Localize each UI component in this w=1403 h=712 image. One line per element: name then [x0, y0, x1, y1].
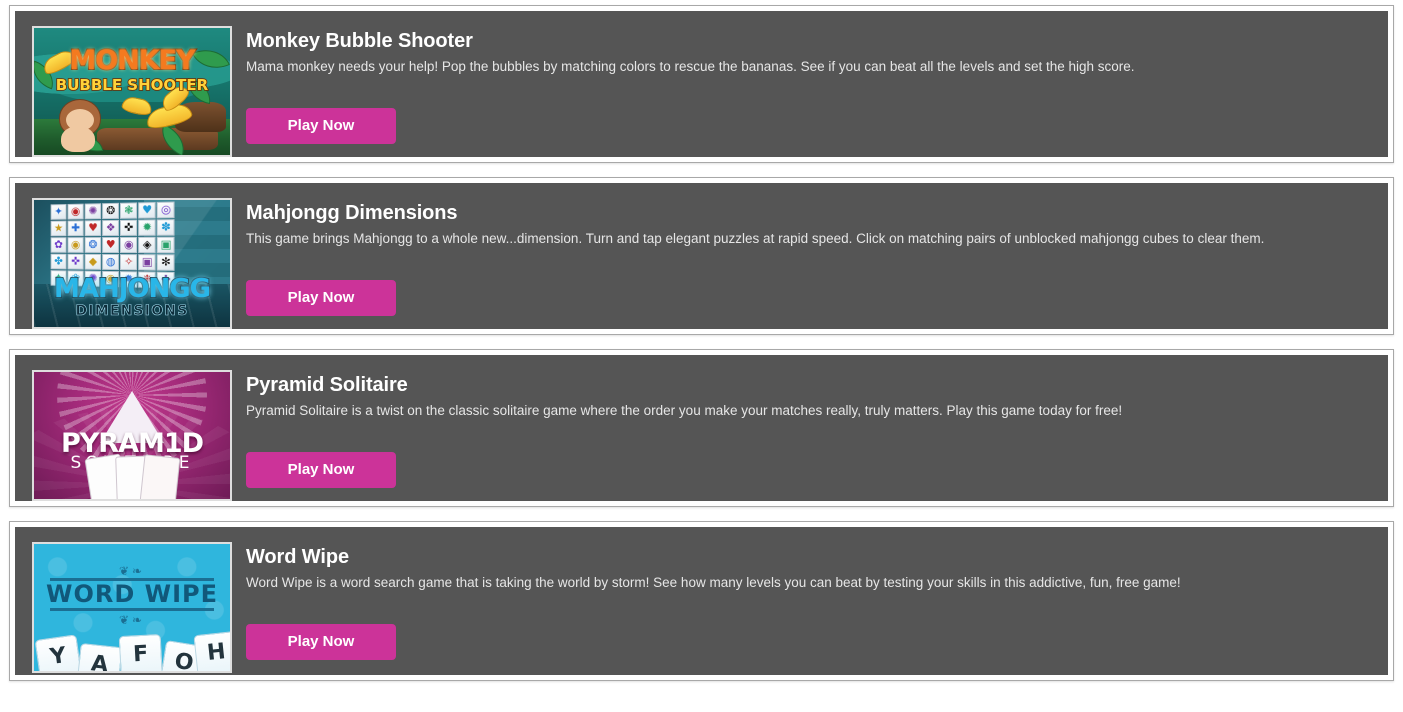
game-description: This game brings Mahjongg to a whole new…	[246, 231, 1265, 246]
game-list-page: MONKEY BUBBLE SHOOTER Monkey Bubble Shoo…	[0, 0, 1403, 712]
mahjongg-tile: ✜	[67, 253, 84, 270]
game-card-inner: ❦❧ WORD WIPE ❦❧ YAFOH Word Wipe Word Wip…	[15, 527, 1388, 675]
game-card-word-wipe[interactable]: ❦❧ WORD WIPE ❦❧ YAFOH Word Wipe Word Wip…	[9, 521, 1394, 681]
mahjongg-tile: ❃	[119, 201, 138, 219]
mahjongg-tile: ◆	[84, 253, 102, 270]
mahjongg-tile: ✹	[138, 218, 156, 236]
thumbnail-title-line1: MONKEY	[68, 44, 196, 77]
monkey-bubble-shooter-thumbnail[interactable]: MONKEY BUBBLE SHOOTER	[32, 26, 232, 157]
mahjongg-tile: ✽	[156, 218, 175, 236]
game-title: Mahjongg Dimensions	[246, 202, 458, 224]
word-wipe-letter-tile: Y	[34, 634, 84, 671]
thumbnail-artwork: PYRAM1D SOLITAIRE	[34, 372, 230, 499]
game-title: Pyramid Solitaire	[246, 374, 408, 396]
mahjongg-tile: ♥	[138, 201, 156, 219]
mahjongg-tile: ▣	[156, 236, 175, 253]
game-card-pyramid-solitaire[interactable]: PYRAM1D SOLITAIRE Pyramid Solitaire Pyra…	[9, 349, 1394, 507]
game-card-inner: PYRAM1D SOLITAIRE Pyramid Solitaire Pyra…	[15, 355, 1388, 501]
word-wipe-letter-tile: F	[118, 633, 164, 671]
mahjongg-tile: ▣	[138, 253, 156, 270]
word-wipe-thumbnail[interactable]: ❦❧ WORD WIPE ❦❧ YAFOH	[32, 542, 232, 673]
mahjongg-tile: ✺	[84, 202, 102, 219]
mahjongg-tile: ◈	[138, 236, 156, 253]
mahjongg-tile: ◉	[67, 203, 84, 220]
thumbnail-artwork: MONKEY BUBBLE SHOOTER	[34, 28, 230, 155]
thumbnail-title-line2: DIMENSIONS	[75, 302, 189, 320]
game-details: Mahjongg Dimensions This game brings Mah…	[232, 198, 1388, 316]
word-wipe-letter-tile: A	[75, 642, 123, 671]
game-description: Word Wipe is a word search game that is …	[246, 575, 1181, 590]
play-now-button[interactable]: Play Now	[246, 108, 396, 144]
game-card-inner: MONKEY BUBBLE SHOOTER Monkey Bubble Shoo…	[15, 11, 1388, 157]
game-card-monkey-bubble-shooter[interactable]: MONKEY BUBBLE SHOOTER Monkey Bubble Shoo…	[9, 5, 1394, 163]
thumbnail-artwork: ✦ ◉ ✺ ❂ ❃ ♥ ◎ ★ ✚ ♥ ❖ ✜ ✹ ✽ ✿ ◉ ❂ ♥ ◉ ◈ ▣ ✤ ✜ ◆ ◍ ✧ ▣ ✻ ✦ ❀ ✺ ◉ ✹ ❉ ✚ MAHJ…	[34, 200, 230, 327]
game-details: Pyramid Solitaire Pyramid Solitaire is a…	[232, 370, 1388, 488]
mahjongg-tile: ❂	[84, 236, 102, 253]
game-description: Pyramid Solitaire is a twist on the clas…	[246, 403, 1123, 418]
mahjongg-tile: ✧	[119, 253, 138, 270]
mahjongg-tile: ✜	[119, 219, 138, 236]
play-now-button[interactable]: Play Now	[246, 280, 396, 316]
mahjongg-tile: ✚	[67, 219, 84, 236]
mahjongg-tile: ✻	[156, 253, 175, 271]
game-card-inner: ✦ ◉ ✺ ❂ ❃ ♥ ◎ ★ ✚ ♥ ❖ ✜ ✹ ✽ ✿ ◉ ❂ ♥ ◉ ◈ ▣ ✤ ✜ ◆ ◍ ✧ ▣ ✻ ✦ ❀ ✺ ◉ ✹ ❉ ✚ MAHJ…	[15, 183, 1388, 329]
mahjongg-tile: ✦	[50, 203, 67, 220]
mahjongg-tile: ❂	[102, 202, 119, 219]
word-wipe-letter-tile: H	[193, 630, 230, 671]
pyramid-solitaire-thumbnail[interactable]: PYRAM1D SOLITAIRE	[32, 370, 232, 501]
game-details: Word Wipe Word Wipe is a word search gam…	[232, 542, 1388, 660]
mahjongg-tile: ♥	[102, 236, 119, 253]
mahjongg-tile: ◉	[119, 236, 138, 253]
mahjongg-tile: ✿	[50, 236, 67, 253]
thumbnail-artwork: ❦❧ WORD WIPE ❦❧ YAFOH	[34, 544, 230, 671]
mahjongg-tile: ✤	[50, 253, 67, 269]
thumbnail-title-line1: WORD WIPE	[45, 579, 219, 608]
thumbnail-title-line1: MAHJONGG	[53, 273, 212, 305]
mahjongg-tile: ❖	[102, 219, 119, 236]
game-description: Mama monkey needs your help! Pop the bub…	[246, 59, 1135, 74]
mahjongg-dimensions-thumbnail[interactable]: ✦ ◉ ✺ ❂ ❃ ♥ ◎ ★ ✚ ♥ ❖ ✜ ✹ ✽ ✿ ◉ ❂ ♥ ◉ ◈ ▣ ✤ ✜ ◆ ◍ ✧ ▣ ✻ ✦ ❀ ✺ ◉ ✹ ❉ ✚ MAHJ…	[32, 198, 232, 329]
mahjongg-tile: ♥	[84, 219, 102, 236]
game-details: Monkey Bubble Shooter Mama monkey needs …	[232, 26, 1388, 144]
game-card-mahjongg-dimensions[interactable]: ✦ ◉ ✺ ❂ ❃ ♥ ◎ ★ ✚ ♥ ❖ ✜ ✹ ✽ ✿ ◉ ❂ ♥ ◉ ◈ ▣ ✤ ✜ ◆ ◍ ✧ ▣ ✻ ✦ ❀ ✺ ◉ ✹ ❉ ✚ MAHJ…	[9, 177, 1394, 335]
mahjongg-tile: ★	[50, 220, 67, 236]
mahjongg-tile: ◉	[67, 236, 84, 253]
mahjongg-tile: ◎	[156, 201, 175, 218]
game-title: Monkey Bubble Shooter	[246, 30, 473, 52]
game-title: Word Wipe	[246, 546, 349, 568]
play-now-button[interactable]: Play Now	[246, 624, 396, 660]
play-now-button[interactable]: Play Now	[246, 452, 396, 488]
mahjongg-tile: ◍	[102, 253, 119, 270]
thumbnail-title-line2: BUBBLE SHOOTER	[55, 75, 209, 95]
